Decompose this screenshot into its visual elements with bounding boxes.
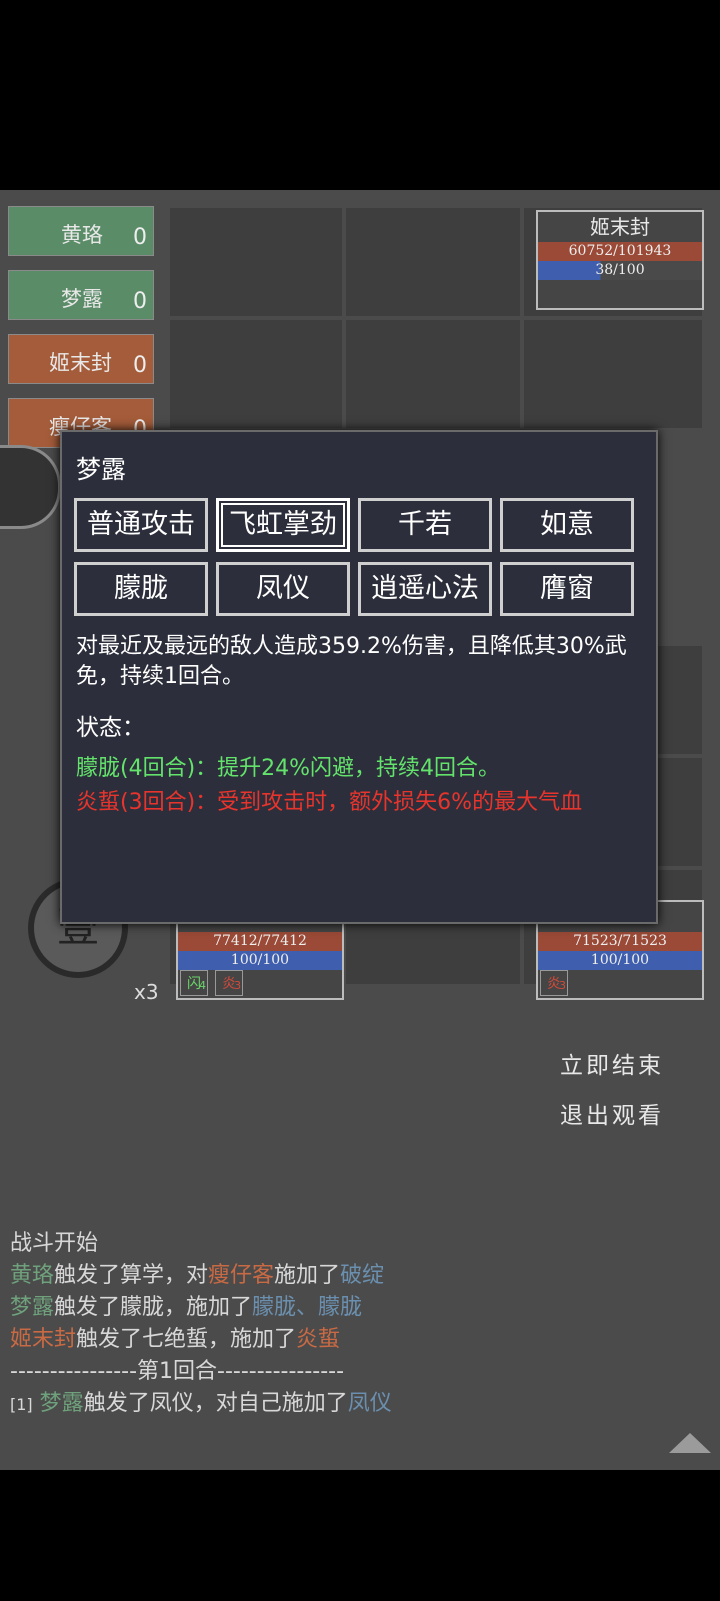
grid-cell[interactable]	[346, 320, 520, 428]
battle-log: 战斗开始 黄珞触发了算学，对瘦仔客施加了破绽 梦露触发了朦胧，施加了朦胧、朦胧 …	[10, 1228, 630, 1420]
skill-button-xiaoyao[interactable]: 逍遥心法	[358, 562, 492, 616]
status-debuff: 炎蜇(3回合)：受到攻击时，额外损失6%的最大气血	[76, 790, 583, 815]
hp-bar: 77412/77412	[178, 932, 342, 951]
turn-item-name: 梦露	[61, 287, 103, 311]
dodge-badge: 闪4	[180, 970, 208, 996]
turn-item-name: 姬末封	[49, 351, 112, 375]
log-round-divider: ----------------第1回合----------------	[10, 1359, 345, 1384]
skill-button-qianruo[interactable]: 千若	[358, 498, 492, 552]
burn-badge: 炎3	[540, 970, 568, 996]
skill-button-normal-attack[interactable]: 普通攻击	[74, 498, 208, 552]
end-now-button[interactable]: 立即结束	[560, 1046, 664, 1080]
turn-item-name: 黄珞	[61, 223, 103, 247]
grid-cell[interactable]	[524, 320, 702, 428]
turn-item-count: 0	[133, 353, 147, 378]
character-detail-popup: 梦露 普通攻击 飞虹掌劲 千若 如意 朦胧 凤仪 逍遥心法 膺窗 对最近及最远的…	[60, 430, 658, 924]
turn-item-count: 0	[133, 225, 147, 250]
skill-description: 对最近及最远的敌人造成359.2%伤害，且降低其30%武免，持续1回合。	[76, 634, 627, 689]
turn-item-menglu[interactable]: 梦露 0	[8, 270, 154, 320]
popup-character-name: 梦露	[76, 455, 127, 484]
grid-cell[interactable]	[170, 320, 342, 428]
mp-bar: 38/100	[538, 261, 702, 280]
log-line: 梦露触发了朦胧，施加了朦胧、朦胧	[10, 1295, 363, 1320]
hp-bar: 71523/71523	[538, 932, 702, 951]
skill-button-yingchuang[interactable]: 膺窗	[500, 562, 634, 616]
log-line: 战斗开始	[10, 1231, 99, 1256]
hp-bar: 60752/101943	[538, 242, 702, 261]
exit-watch-button[interactable]: 退出观看	[560, 1096, 664, 1130]
turn-item-huangluo[interactable]: 黄珞 0	[8, 206, 154, 256]
status-header: 状态：	[76, 715, 145, 741]
grid-cell[interactable]	[170, 208, 342, 316]
skill-button-menglong[interactable]: 朦胧	[74, 562, 208, 616]
expand-log-icon[interactable]	[669, 1433, 711, 1453]
skill-button-feihong[interactable]: 飞虹掌劲	[216, 498, 350, 552]
grid-cell[interactable]	[346, 208, 520, 316]
mp-bar: 100/100	[178, 951, 342, 970]
log-line: 黄珞触发了算学，对瘦仔客施加了破绽	[10, 1263, 385, 1288]
mp-bar: 100/100	[538, 951, 702, 970]
log-line: [1] 梦露触发了凤仪，对自己施加了凤仪	[10, 1391, 392, 1416]
skill-button-fengyi[interactable]: 凤仪	[216, 562, 350, 616]
unit-card-jimofeng[interactable]: 姬末封 60752/101943 38/100	[536, 210, 704, 310]
burn-badge: 炎3	[215, 970, 244, 996]
status-badges: 闪4 炎3	[180, 970, 245, 996]
unit-name: 姬末封	[590, 215, 650, 239]
status-buff: 朦胧(4回合)：提升24%闪避，持续4回合。	[76, 756, 501, 781]
turn-item-jimofeng[interactable]: 姬末封 0	[8, 334, 154, 384]
speed-multiplier[interactable]: x3	[134, 980, 159, 1004]
status-badges: 炎3	[540, 970, 570, 996]
log-line: 姬末封触发了七绝蜇，施加了炎蜇	[10, 1327, 341, 1352]
turn-item-count: 0	[133, 289, 147, 314]
skill-button-ruyi[interactable]: 如意	[500, 498, 634, 552]
